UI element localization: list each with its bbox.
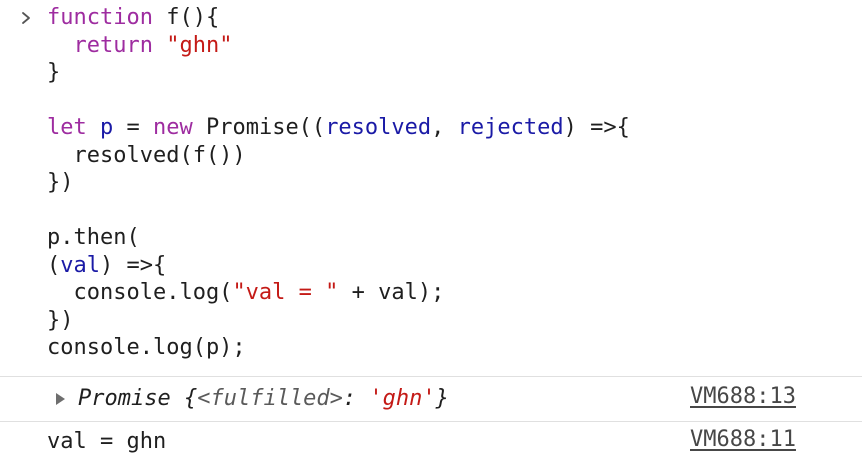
code-token: ) =>{ <box>563 115 630 140</box>
code-line: let p = new Promise((resolved, rejected)… <box>47 114 630 142</box>
promise-object-preview[interactable]: Promise {<fulfilled>: 'ghn'} <box>78 385 449 412</box>
code-token: f(){ <box>166 5 220 30</box>
code-token: ( <box>47 252 61 278</box>
console-output-log: val = ghn VM688:11 <box>0 421 862 462</box>
code-line: resolved(f()) <box>47 142 630 170</box>
code-token: new <box>152 115 206 140</box>
code-token: resolved(f()) <box>47 142 246 168</box>
code-token: + val); <box>338 280 445 305</box>
code-line: } <box>47 59 630 87</box>
code-token: console.log( <box>47 280 233 305</box>
code-token: let <box>47 115 100 140</box>
code-token: console.log(p); <box>47 335 246 360</box>
code-token: p.then( <box>47 225 140 250</box>
code-token: resolved <box>325 115 432 140</box>
code-token: Promise(( <box>205 115 326 140</box>
code-token: = <box>113 115 153 140</box>
code-line: p.then( <box>47 224 630 252</box>
code-token: p <box>99 115 114 140</box>
code-line: (val) =>{ <box>47 252 630 280</box>
promise-close-brace: } <box>435 386 449 411</box>
promise-value: 'ghn' <box>369 386 436 411</box>
code-token: "val = " <box>232 280 339 305</box>
triangle-right-icon[interactable] <box>54 392 66 406</box>
source-link-promise[interactable]: VM688:13 <box>690 383 796 410</box>
code-line: return "ghn" <box>47 32 630 60</box>
promise-open-brace: { <box>170 386 198 411</box>
code-token: rejected <box>457 115 564 140</box>
code-token: } <box>47 60 61 85</box>
code-token: val <box>60 252 100 278</box>
code-token: function <box>47 5 167 30</box>
console-output-promise[interactable]: Promise {<fulfilled>: 'ghn'} VM688:13 <box>0 376 862 421</box>
code-line: }) <box>47 307 630 335</box>
code-token: "ghn" <box>166 32 233 58</box>
code-line: console.log(p); <box>47 334 630 362</box>
promise-name: Promise <box>78 386 171 411</box>
log-message: val = ghn <box>47 429 167 454</box>
code-line: function f(){ <box>47 4 630 32</box>
code-line: console.log("val = " + val); <box>47 279 630 307</box>
code-token: ) =>{ <box>100 252 167 278</box>
promise-state-key: <fulfilled> <box>197 386 343 411</box>
devtools-console: function f(){ return "ghn"} let p = new P… <box>0 0 862 462</box>
chevron-right-icon <box>22 12 30 24</box>
code-token: return <box>73 32 167 58</box>
console-input-entry: function f(){ return "ghn"} let p = new P… <box>0 4 862 374</box>
code-line: }) <box>47 169 630 197</box>
source-link-log[interactable]: VM688:11 <box>690 426 796 453</box>
promise-colon: : <box>342 386 370 411</box>
code-token: }) <box>47 307 74 333</box>
code-token: }) <box>47 170 74 195</box>
code-token: , <box>431 115 458 140</box>
console-code-input[interactable]: function f(){ return "ghn"} let p = new P… <box>47 4 630 362</box>
